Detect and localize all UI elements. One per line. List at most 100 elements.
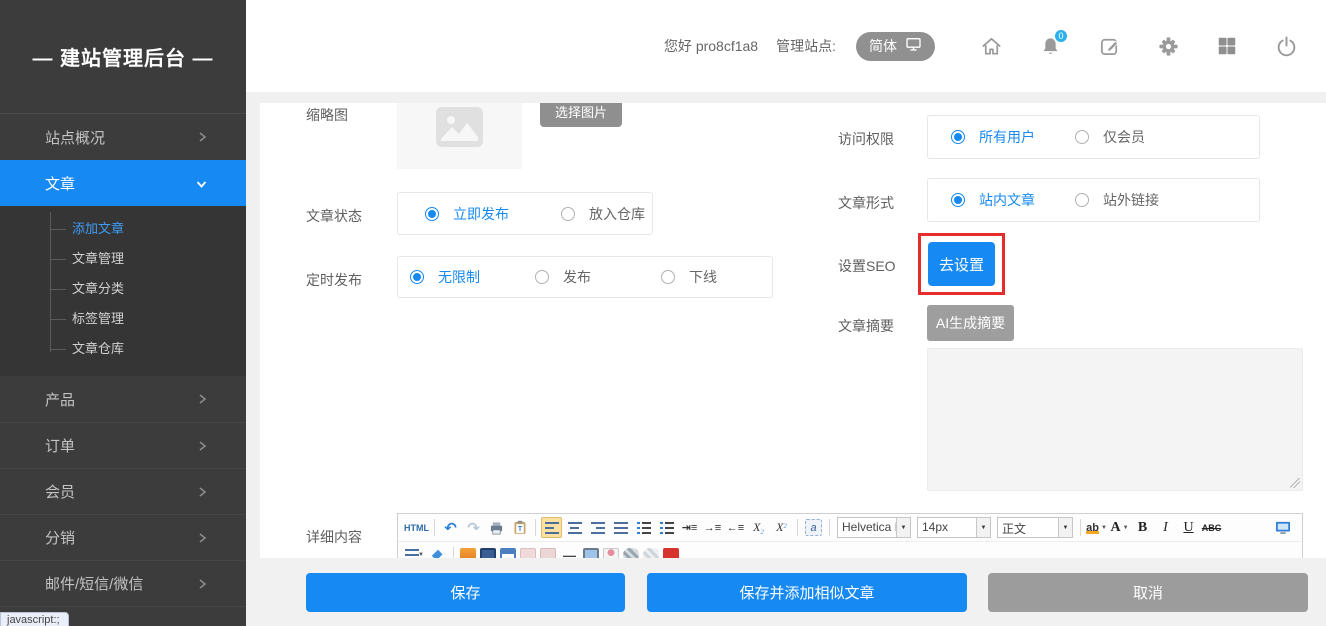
sidebar-nav: 站点概况 文章 添加文章 文章管理 文章分类 标签管理 文章仓库 产品 — [0, 114, 246, 626]
eraser-icon[interactable] — [427, 545, 448, 559]
access-rights-label: 访问权限 — [838, 129, 894, 149]
ordered-list-icon[interactable] — [633, 517, 654, 538]
font-family-select[interactable]: Helvetica N ▼ — [837, 517, 911, 538]
align-right-icon[interactable] — [587, 517, 608, 538]
edit-icon[interactable] — [1097, 34, 1121, 58]
gear-icon[interactable] — [1156, 34, 1180, 58]
submenu-item-article-manage[interactable]: 文章管理 — [0, 244, 246, 274]
sidebar-item-mail-sms-wechat[interactable]: 邮件/短信/微信 — [0, 560, 246, 606]
language-label: 简体 — [869, 36, 897, 56]
sidebar-item-label: 订单 — [45, 435, 75, 456]
radio-icon — [1075, 193, 1089, 207]
ai-generate-summary-button[interactable]: AI生成摘要 — [927, 305, 1014, 341]
app-logo: — 建站管理后台 — — [0, 0, 246, 114]
justify-icon[interactable] — [610, 517, 631, 538]
radio-label: 立即发布 — [453, 204, 509, 224]
highlight-color-icon[interactable]: ab▼ — [1086, 517, 1107, 538]
radio-no-limit[interactable]: 无限制 — [410, 267, 480, 287]
anchor-person-icon[interactable] — [603, 548, 619, 558]
submenu-item-tag-manage[interactable]: 标签管理 — [0, 304, 246, 334]
article-summary-textarea[interactable] — [927, 348, 1303, 491]
align-center-icon[interactable] — [564, 517, 585, 538]
sidebar-item-label: 文章 — [45, 173, 75, 194]
radio-offline[interactable]: 下线 — [661, 267, 717, 287]
line-height-icon[interactable]: ▼ — [404, 545, 425, 559]
indent-icon[interactable]: →≡ — [702, 517, 723, 538]
horizontal-rule-icon[interactable]: — — [559, 545, 580, 559]
undo-icon[interactable]: ↶ — [440, 517, 461, 538]
sidebar-item-member[interactable]: 会员 — [0, 468, 246, 514]
subscript-icon[interactable]: X2 — [748, 517, 769, 538]
source-code-icon[interactable]: HTML — [404, 517, 429, 538]
fullscreen-monitor-icon[interactable] — [1272, 517, 1293, 538]
home-icon[interactable] — [979, 34, 1003, 58]
outdent-icon[interactable]: ←≡ — [725, 517, 746, 538]
font-size-select[interactable]: 14px ▼ — [917, 517, 991, 538]
paste-text-icon[interactable]: T — [509, 517, 530, 538]
unlink-icon[interactable] — [643, 548, 659, 558]
toolbar-separator — [1080, 519, 1081, 536]
save-and-add-similar-button[interactable]: 保存并添加相似文章 — [647, 573, 967, 612]
cancel-button[interactable]: 取消 — [988, 573, 1308, 612]
page-break-icon[interactable] — [540, 548, 556, 558]
access-rights-group: 所有用户 仅会员 — [927, 115, 1260, 159]
italic-icon[interactable]: I — [1155, 517, 1176, 538]
align-left-icon[interactable] — [541, 517, 562, 538]
attach-pdf-icon[interactable] — [663, 548, 679, 558]
chevron-right-icon — [196, 532, 208, 544]
sidebar-item-order[interactable]: 订单 — [0, 422, 246, 468]
font-color-icon[interactable]: A▼ — [1109, 517, 1130, 538]
topbar: 您好 pro8cf1a8 管理站点: 简体 0 — [246, 0, 1326, 92]
resize-handle[interactable] — [1290, 478, 1300, 488]
radio-label: 站外链接 — [1103, 190, 1159, 210]
chart-icon[interactable] — [520, 548, 536, 558]
notifications-bell-icon[interactable]: 0 — [1038, 34, 1062, 58]
radio-publish[interactable]: 发布 — [535, 267, 591, 287]
chevron-right-icon — [196, 486, 208, 498]
submenu-item-add-article[interactable]: 添加文章 — [0, 214, 246, 244]
radio-label: 放入仓库 — [589, 204, 645, 224]
bold-icon[interactable]: B — [1132, 517, 1153, 538]
toolbar-separator — [829, 519, 830, 536]
radio-put-warehouse[interactable]: 放入仓库 — [561, 204, 645, 224]
radio-external-link[interactable]: 站外链接 — [1075, 190, 1159, 210]
choose-image-button[interactable]: 选择图片 — [540, 103, 622, 127]
chevron-down-icon — [195, 178, 208, 190]
article-status-group: 立即发布 放入仓库 — [397, 192, 653, 235]
radio-members-only[interactable]: 仅会员 — [1075, 127, 1145, 147]
paragraph-format-select[interactable]: 正文 ▼ — [997, 517, 1073, 538]
editor-toolbar-row-2: ▼ — — [398, 541, 1302, 558]
indent-first-line-icon[interactable]: ⇥≡ — [679, 517, 700, 538]
radio-label: 下线 — [689, 267, 717, 287]
image-placeholder-icon — [436, 107, 483, 150]
sidebar-item-distribution[interactable]: 分销 — [0, 514, 246, 560]
save-button[interactable]: 保存 — [306, 573, 625, 612]
sidebar-item-product[interactable]: 产品 — [0, 376, 246, 422]
strikethrough-icon[interactable]: ABC — [1201, 517, 1222, 538]
radio-publish-now[interactable]: 立即发布 — [425, 204, 509, 224]
power-icon[interactable] — [1274, 34, 1298, 58]
link-icon[interactable] — [623, 548, 639, 558]
print-icon[interactable] — [486, 517, 507, 538]
insert-video-icon[interactable] — [480, 548, 496, 558]
seo-setup-button[interactable]: 去设置 — [928, 242, 995, 286]
article-summary-label: 文章摘要 — [838, 316, 894, 336]
anchor-icon[interactable]: a — [803, 517, 824, 538]
radio-internal-article[interactable]: 站内文章 — [951, 190, 1035, 210]
underline-icon[interactable]: U — [1178, 517, 1199, 538]
insert-table-icon[interactable] — [500, 548, 516, 558]
submenu-item-article-warehouse[interactable]: 文章仓库 — [0, 334, 246, 364]
sidebar-item-article[interactable]: 文章 — [0, 160, 246, 206]
language-preview-button[interactable]: 简体 — [856, 32, 935, 61]
submenu-item-article-category[interactable]: 文章分类 — [0, 274, 246, 304]
superscript-icon[interactable]: X2 — [771, 517, 792, 538]
admin-page: — 建站管理后台 — 站点概况 文章 添加文章 文章管理 文章分类 标签管理 文… — [0, 0, 1326, 626]
insert-map-icon[interactable] — [583, 548, 599, 558]
redo-icon[interactable]: ↷ — [463, 517, 484, 538]
unordered-list-icon[interactable] — [656, 517, 677, 538]
sidebar-item-site-overview[interactable]: 站点概况 — [0, 114, 246, 160]
radio-all-users[interactable]: 所有用户 — [951, 127, 1035, 147]
svg-text:T: T — [517, 526, 522, 533]
insert-image-icon[interactable] — [460, 548, 476, 558]
apps-grid-icon[interactable] — [1215, 34, 1239, 58]
